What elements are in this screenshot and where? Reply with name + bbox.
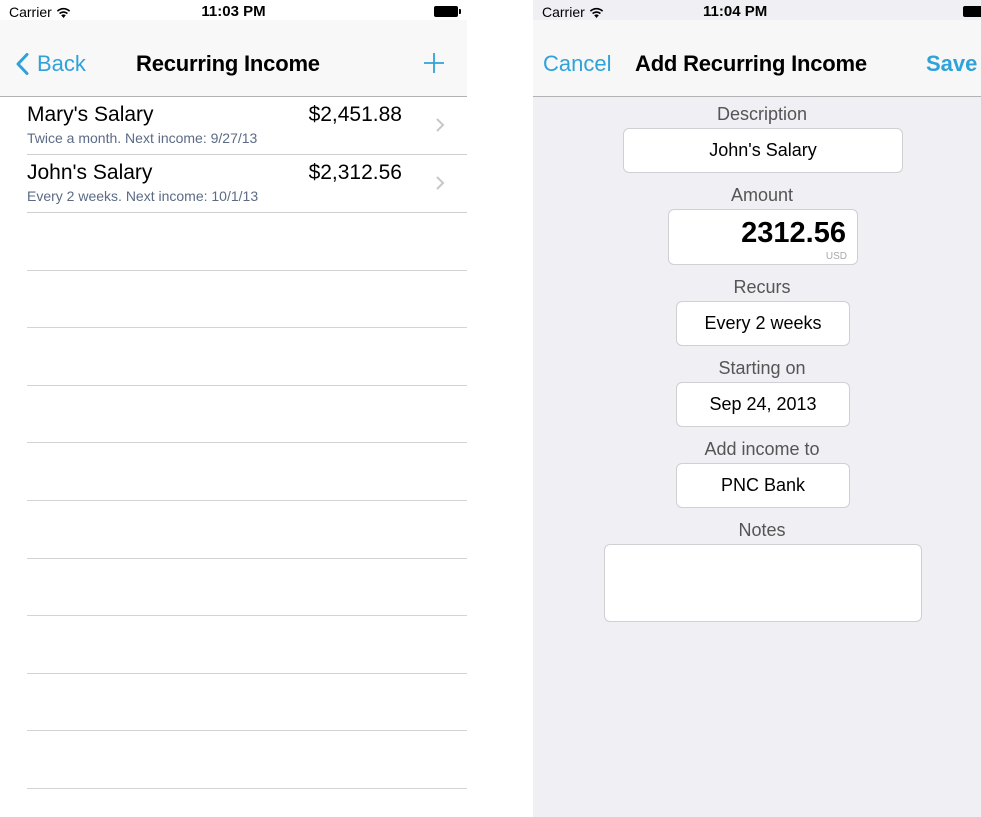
battery-icon bbox=[434, 6, 461, 17]
recurs-selector[interactable]: Every 2 weeks bbox=[676, 301, 850, 346]
income-name: Mary's Salary bbox=[27, 103, 154, 126]
amount-label: Amount bbox=[730, 185, 794, 205]
status-time: 11:04 PM bbox=[703, 3, 768, 20]
description-field[interactable]: John's Salary bbox=[623, 128, 903, 173]
status-bar: Carrier 11:04 PM bbox=[533, 0, 981, 20]
currency-label: USD bbox=[825, 251, 847, 262]
chevron-left-icon bbox=[16, 53, 29, 75]
empty-row bbox=[0, 559, 467, 617]
status-bar: Carrier 11:03 PM bbox=[0, 0, 467, 20]
empty-row bbox=[0, 328, 467, 386]
empty-row bbox=[0, 271, 467, 329]
chevron-right-icon bbox=[436, 176, 445, 190]
add-recurring-income-screen: Carrier 11:04 PM Cancel Add Recurring In… bbox=[533, 0, 981, 817]
amount-field[interactable]: 2312.56 USD bbox=[668, 209, 858, 265]
add-income-to-label: Add income to bbox=[704, 439, 820, 459]
description-label: Description bbox=[716, 104, 808, 124]
empty-row bbox=[0, 386, 467, 444]
row-divider bbox=[27, 787, 467, 789]
start-date-selector[interactable]: Sep 24, 2013 bbox=[676, 382, 850, 427]
income-detail: Twice a month. Next income: 9/27/13 bbox=[27, 130, 258, 146]
add-button[interactable] bbox=[423, 52, 445, 79]
income-detail: Every 2 weeks. Next income: 10/1/13 bbox=[27, 188, 259, 204]
empty-row bbox=[0, 501, 467, 559]
back-button[interactable]: Back bbox=[16, 51, 86, 77]
plus-icon bbox=[424, 53, 444, 73]
amount-value: 2312.56 bbox=[741, 216, 846, 249]
back-label: Back bbox=[37, 51, 86, 76]
empty-row bbox=[0, 213, 467, 271]
page-title: Add Recurring Income bbox=[635, 51, 867, 76]
account-selector[interactable]: PNC Bank bbox=[676, 463, 850, 508]
navigation-bar: Cancel Add Recurring Income Save bbox=[533, 20, 981, 97]
navigation-bar: Back Recurring Income bbox=[0, 20, 467, 97]
recurs-label: Recurs bbox=[733, 277, 791, 297]
income-amount: $2,312.56 bbox=[308, 161, 402, 184]
starting-on-label: Starting on bbox=[718, 358, 806, 378]
recurring-income-screen: Carrier 11:03 PM Back Recurring Income M… bbox=[0, 0, 467, 817]
empty-row bbox=[0, 616, 467, 674]
status-time: 11:03 PM bbox=[201, 3, 266, 20]
save-button[interactable]: Save bbox=[926, 51, 977, 77]
income-row[interactable]: John's Salary $2,312.56 Every 2 weeks. N… bbox=[0, 155, 467, 213]
empty-row bbox=[0, 443, 467, 501]
income-name: John's Salary bbox=[27, 161, 153, 184]
page-title: Recurring Income bbox=[136, 51, 320, 76]
chevron-right-icon bbox=[436, 118, 445, 132]
income-amount: $2,451.88 bbox=[308, 103, 402, 126]
income-list: Mary's Salary $2,451.88 Twice a month. N… bbox=[0, 97, 467, 789]
empty-row bbox=[0, 674, 467, 732]
cancel-button[interactable]: Cancel bbox=[543, 51, 611, 77]
notes-label: Notes bbox=[738, 520, 786, 540]
income-row[interactable]: Mary's Salary $2,451.88 Twice a month. N… bbox=[0, 97, 467, 155]
battery-icon bbox=[963, 6, 981, 17]
notes-field[interactable] bbox=[604, 544, 922, 622]
empty-row bbox=[0, 731, 467, 789]
